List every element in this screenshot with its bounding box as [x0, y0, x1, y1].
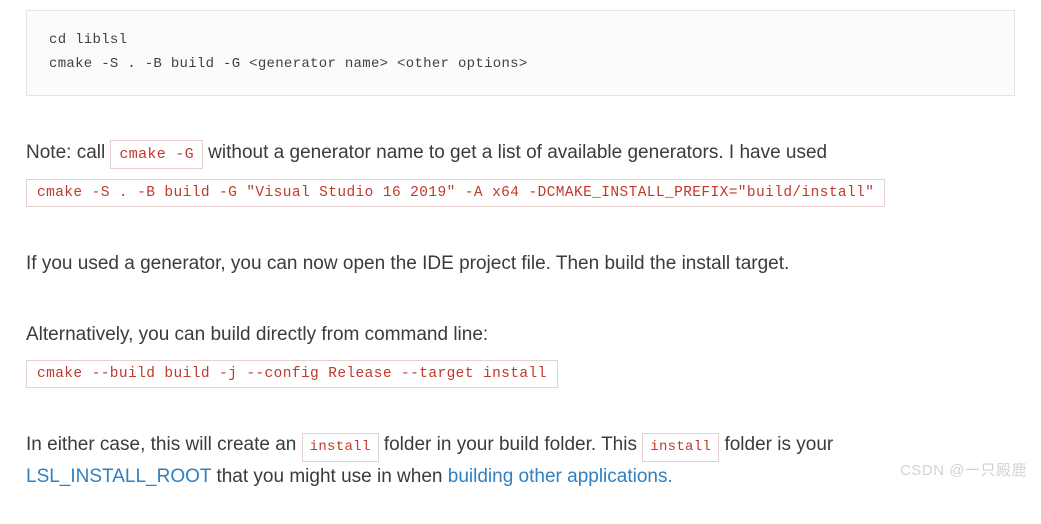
- link-lsl-install-root[interactable]: LSL_INSTALL_ROOT: [26, 466, 211, 487]
- code-line: cd liblsl: [49, 32, 127, 48]
- link-building-other-apps[interactable]: building other applications.: [448, 466, 673, 487]
- text: Note: call: [26, 142, 110, 163]
- paragraph-note: Note: call cmake -G without a generator …: [26, 138, 1015, 169]
- text: folder is your: [719, 434, 833, 455]
- code-line: cmake -S . -B build -G <generator name> …: [49, 56, 528, 72]
- paragraph-ide: If you used a generator, you can now ope…: [26, 249, 1015, 278]
- watermark: CSDN @一只殿鹿: [900, 459, 1027, 480]
- paragraph-install: In either case, this will create an inst…: [26, 430, 1015, 492]
- code-block-setup: cd liblsl cmake -S . -B build -G <genera…: [26, 10, 1015, 96]
- text: without a generator name to get a list o…: [203, 142, 827, 163]
- inline-code-cmake-g: cmake -G: [110, 140, 202, 169]
- paragraph-alt: Alternatively, you can build directly fr…: [26, 320, 1015, 349]
- inline-code-install: install: [302, 433, 379, 463]
- text: In either case, this will create an: [26, 434, 302, 455]
- inline-code-install: install: [642, 433, 719, 463]
- text: folder in your build folder. This: [379, 434, 643, 455]
- code-line-cmake-build: cmake --build build -j --config Release …: [26, 360, 558, 388]
- text: that you might use in when: [211, 466, 448, 487]
- code-line-cmake-config: cmake -S . -B build -G "Visual Studio 16…: [26, 179, 885, 207]
